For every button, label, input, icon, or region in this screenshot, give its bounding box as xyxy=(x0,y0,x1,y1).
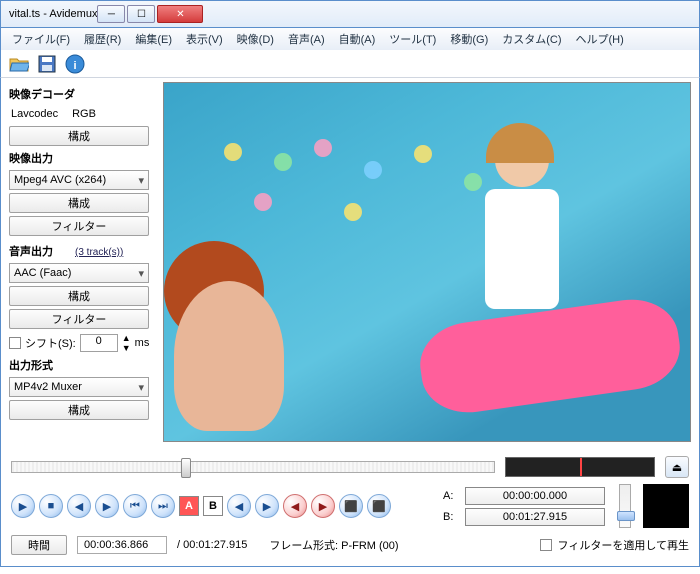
video-configure-button[interactable]: 構成 xyxy=(9,193,149,213)
current-timecode[interactable]: 00:00:36.866 xyxy=(77,536,167,554)
shift-value-input[interactable]: 0 xyxy=(80,334,118,352)
set-marker-b-button[interactable]: B xyxy=(203,496,223,516)
info-icon[interactable]: i xyxy=(63,53,87,75)
goto-b-button[interactable]: ▶ xyxy=(255,494,279,518)
audio-filter-button[interactable]: フィルター xyxy=(9,309,149,329)
menu-file[interactable]: ファイル(F) xyxy=(5,29,77,49)
nav-strip[interactable] xyxy=(505,457,655,477)
decoder-codec: Lavcodec xyxy=(11,108,58,120)
menu-audio[interactable]: 音声(A) xyxy=(281,29,332,49)
seek-slider[interactable] xyxy=(11,461,495,473)
eject-button[interactable]: ⏏ xyxy=(665,456,689,478)
save-icon[interactable] xyxy=(35,53,59,75)
menu-edit[interactable]: 編集(E) xyxy=(128,29,179,49)
video-preview xyxy=(163,82,691,442)
menu-view[interactable]: 表示(V) xyxy=(179,29,230,49)
video-decoder-title: 映像デコーダ xyxy=(9,86,153,102)
apply-filter-checkbox[interactable] xyxy=(540,539,552,551)
shift-unit: ms xyxy=(135,337,150,349)
preview-panel xyxy=(161,78,699,452)
audio-configure-button[interactable]: 構成 xyxy=(9,286,149,306)
sidebar: 映像デコーダ Lavcodec RGB 構成 映像出力 Mpeg4 AVC (x… xyxy=(1,78,161,452)
apply-filter-label: フィルターを適用して再生 xyxy=(558,537,689,553)
a-timecode[interactable]: 00:00:00.000 xyxy=(465,487,605,505)
goto-a-button[interactable]: ◀ xyxy=(227,494,251,518)
window-titlebar: vital.ts - Avidemux ─ ☐ ✕ xyxy=(0,0,700,28)
menu-bar: ファイル(F) 履歴(R) 編集(E) 表示(V) 映像(D) 音声(A) 自動… xyxy=(0,28,700,50)
muxer-select[interactable]: MP4v2 Muxer xyxy=(9,377,149,397)
menu-go[interactable]: 移動(G) xyxy=(443,29,495,49)
output-format-title: 出力形式 xyxy=(9,357,153,373)
menu-help[interactable]: ヘルプ(H) xyxy=(569,29,631,49)
next-frame-button[interactable]: ▶ xyxy=(95,494,119,518)
b-timecode[interactable]: 00:01:27.915 xyxy=(465,508,605,526)
shift-checkbox[interactable] xyxy=(9,337,21,349)
video-codec-select[interactable]: Mpeg4 AVC (x264) xyxy=(9,170,149,190)
total-timecode: / 00:01:27.915 xyxy=(177,539,247,551)
frame-type-label: フレーム形式: P-FRM (00) xyxy=(269,537,398,553)
stop-button[interactable]: ■ xyxy=(39,494,63,518)
audio-codec-select[interactable]: AAC (Faac) xyxy=(9,263,149,283)
prev-cut-button[interactable]: ◀ xyxy=(283,494,307,518)
a-label: A: xyxy=(443,490,459,502)
bottom-panel: ⏏ ▶ ■ ◀ ▶ ⏮ ⏭ A B ◀ ▶ ◀ ▶ ⬛ ⬛ A: 00:00:0… xyxy=(0,452,700,567)
toolbar: i xyxy=(0,50,700,78)
next-cut-button[interactable]: ▶ xyxy=(311,494,335,518)
next-black-button[interactable]: ⬛ xyxy=(367,494,391,518)
menu-custom[interactable]: カスタム(C) xyxy=(495,29,568,49)
prev-frame-button[interactable]: ◀ xyxy=(67,494,91,518)
video-output-title: 映像出力 xyxy=(9,150,153,166)
set-marker-a-button[interactable]: A xyxy=(179,496,199,516)
volume-slider[interactable] xyxy=(619,484,631,528)
next-keyframe-button[interactable]: ⏭ xyxy=(151,494,175,518)
maximize-button[interactable]: ☐ xyxy=(127,5,155,23)
decoder-configure-button[interactable]: 構成 xyxy=(9,126,149,146)
menu-auto[interactable]: 自動(A) xyxy=(332,29,383,49)
video-filter-button[interactable]: フィルター xyxy=(9,216,149,236)
shift-label: シフト(S): xyxy=(25,335,76,351)
play-button[interactable]: ▶ xyxy=(11,494,35,518)
prev-black-button[interactable]: ⬛ xyxy=(339,494,363,518)
audio-meter xyxy=(643,484,689,528)
audio-output-title: 音声出力 xyxy=(9,243,53,259)
menu-history[interactable]: 履歴(R) xyxy=(77,29,128,49)
close-button[interactable]: ✕ xyxy=(157,5,203,23)
time-button[interactable]: 時間 xyxy=(11,535,67,555)
b-label: B: xyxy=(443,511,459,523)
audio-tracks-link[interactable]: (3 track(s)) xyxy=(75,247,123,258)
window-title: vital.ts - Avidemux xyxy=(9,8,97,20)
minimize-button[interactable]: ─ xyxy=(97,5,125,23)
muxer-configure-button[interactable]: 構成 xyxy=(9,400,149,420)
decoder-colorspace: RGB xyxy=(72,108,96,120)
open-icon[interactable] xyxy=(7,53,31,75)
menu-tools[interactable]: ツール(T) xyxy=(382,29,443,49)
menu-video[interactable]: 映像(D) xyxy=(230,29,281,49)
prev-keyframe-button[interactable]: ⏮ xyxy=(123,494,147,518)
svg-text:i: i xyxy=(73,60,76,72)
